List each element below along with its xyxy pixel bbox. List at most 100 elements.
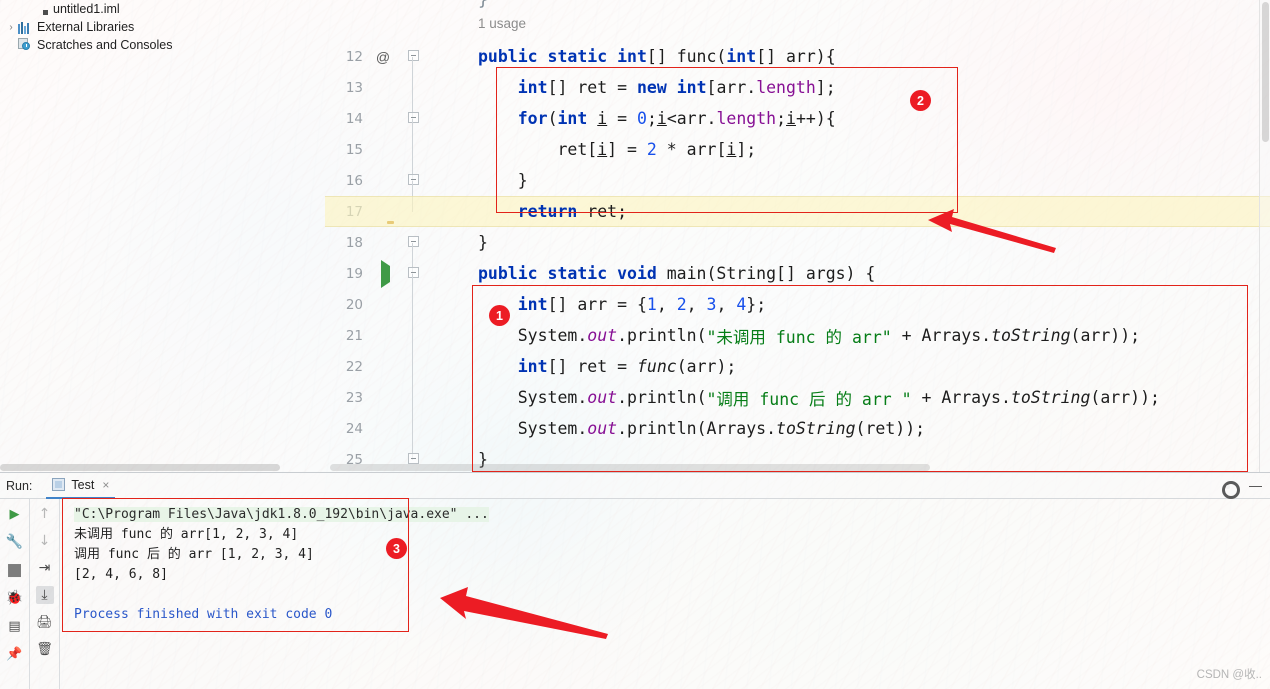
- console-output[interactable]: "C:\Program Files\Java\jdk1.8.0_192\bin\…: [60, 499, 1270, 689]
- gutter-row: 14: [325, 103, 470, 150]
- run-tab-test[interactable]: Test ×: [46, 472, 116, 499]
- watermark: CSDN @收..: [1196, 669, 1262, 681]
- run-tool-window[interactable]: Run: Test × ▶ 🔧 ■ 🐞 ▤ 📌 ↑ ↓ ⇥ ⤓ 🖨 🗑 "C:\…: [0, 472, 1270, 689]
- iml-file-icon: [34, 2, 50, 16]
- gutter-row: 21: [325, 320, 470, 367]
- console-line: 调用 func 后 的 arr [1, 2, 3, 4]: [74, 547, 314, 562]
- line-number: 21: [345, 327, 363, 344]
- chevron-right-icon[interactable]: ›: [4, 22, 18, 33]
- code-text-area[interactable]: } 1 usage public static int[] func(int[]…: [470, 0, 1270, 472]
- run-label: Run:: [6, 478, 33, 493]
- line-number: 15: [345, 141, 363, 158]
- code-line-15[interactable]: ret[i] = 2 * arr[i];: [478, 134, 756, 165]
- line-number: 24: [345, 420, 363, 437]
- line-number: 22: [345, 358, 363, 375]
- run-method-icon[interactable]: [365, 259, 401, 288]
- line-number: 13: [345, 79, 363, 96]
- code-line-14[interactable]: for(int i = 0; i <arr. length; i ++){: [478, 103, 836, 134]
- run-toolbar-primary[interactable]: ▶ 🔧 ■ 🐞 ▤ 📌: [0, 499, 30, 689]
- run-config-icon: [52, 478, 66, 491]
- print-icon[interactable]: 🖨: [36, 613, 54, 631]
- code-line-16[interactable]: }: [478, 165, 528, 196]
- run-tab-label: Test: [71, 477, 95, 492]
- code-line-24[interactable]: System. out .println(Arrays. toString (ret))…: [478, 413, 925, 444]
- console-line: "C:\Program Files\Java\jdk1.8.0_192\bin\…: [74, 505, 1270, 525]
- project-tree-panel: untitled1.iml › External Libraries Scrat…: [0, 0, 325, 55]
- code-line-13[interactable]: int[] ret = new int [arr. length];: [478, 72, 836, 103]
- debug-icon[interactable]: 🐞: [6, 589, 24, 607]
- tree-item-label: Scratches and Consoles: [37, 38, 173, 52]
- annotation-badge-1: 1: [489, 305, 510, 326]
- fold-marker[interactable]: [401, 265, 425, 305]
- line-number: 12: [345, 48, 363, 65]
- layout-icon[interactable]: ▤: [6, 617, 24, 635]
- tree-item-untitled-iml[interactable]: untitled1.iml: [0, 0, 325, 18]
- console-line: 未调用 func 的 arr[1, 2, 3, 4]: [74, 527, 299, 542]
- rerun-icon[interactable]: ▶: [6, 505, 24, 523]
- tree-item-external-libraries[interactable]: › External Libraries: [0, 18, 325, 36]
- line-number: 16: [345, 172, 363, 189]
- fold-marker[interactable]: [401, 234, 425, 274]
- pin-icon[interactable]: 📌: [6, 645, 24, 663]
- gutter-row: 16: [325, 165, 470, 212]
- gear-icon[interactable]: [1221, 480, 1240, 499]
- code-line-12[interactable]: public static int[] func(int[] arr){: [478, 41, 836, 72]
- gutter-row: 13: [325, 72, 470, 119]
- libraries-icon: [18, 20, 34, 34]
- code-line-20[interactable]: int[] arr = {1, 2, 3, 4};: [478, 289, 766, 320]
- soft-wrap-icon[interactable]: ⇥: [36, 559, 54, 577]
- fold-marker[interactable]: [401, 172, 425, 212]
- ide-window: untitled1.iml › External Libraries Scrat…: [0, 0, 1270, 689]
- scrollbar-thumb-right[interactable]: [330, 464, 930, 471]
- gutter-row: 12 @: [325, 41, 470, 88]
- gutter-row: 24: [325, 413, 470, 460]
- annotation-badge-2: 2: [910, 90, 931, 111]
- scroll-to-end-icon[interactable]: ⤓: [35, 586, 54, 604]
- gutter-row: 18: [325, 227, 470, 274]
- code-line-18[interactable]: }: [478, 227, 488, 258]
- gutter-row: 22: [325, 351, 470, 398]
- code-line-23[interactable]: System. out .println("调用 func 后 的 arr " + …: [478, 382, 1160, 413]
- minimize-icon[interactable]: [1249, 485, 1262, 488]
- code-line-19[interactable]: public static void main(String[] args) {: [478, 258, 875, 289]
- console-command-text: "C:\Program Files\Java\jdk1.8.0_192\bin\…: [74, 507, 489, 522]
- run-header-actions: [1221, 473, 1262, 500]
- gutter-row: 20: [325, 289, 470, 336]
- stop-icon[interactable]: ■: [6, 560, 24, 580]
- up-arrow-icon[interactable]: ↑: [36, 505, 54, 523]
- usage-inlay-hint[interactable]: 1 usage: [478, 16, 526, 31]
- scratches-icon: [18, 38, 34, 52]
- tree-item-label: untitled1.iml: [53, 2, 120, 16]
- caret-row-highlight: [325, 196, 1270, 227]
- line-number: 19: [345, 265, 363, 282]
- gutter-row: 15: [325, 134, 470, 181]
- gutter-row: 23: [325, 382, 470, 429]
- trash-icon[interactable]: 🗑: [36, 640, 54, 658]
- fold-marker[interactable]: [401, 110, 425, 150]
- console-line: [2, 4, 6, 8]: [74, 567, 168, 582]
- editor-gutter[interactable]: 12 @ 13 14 15 16 18 19 20 21 22 23 24 25: [325, 0, 470, 472]
- scrollbar-thumb[interactable]: [1262, 2, 1269, 142]
- run-window-header: Run: Test ×: [0, 472, 1270, 499]
- gutter-row: 19: [325, 258, 470, 305]
- fold-marker[interactable]: [401, 48, 425, 88]
- settings-wrench-icon[interactable]: 🔧: [6, 533, 24, 551]
- code-line-21[interactable]: System. out .println("未调用 func 的 arr" + Ar…: [478, 320, 1140, 351]
- scrollbar-thumb-left[interactable]: [0, 464, 280, 471]
- annotation-at-icon[interactable]: @: [365, 49, 401, 65]
- code-line-22[interactable]: int[] ret = func (arr);: [478, 351, 737, 382]
- line-number: 23: [345, 389, 363, 406]
- tree-item-scratches-and-consoles[interactable]: Scratches and Consoles: [0, 36, 325, 54]
- line-number: 20: [345, 296, 363, 313]
- editor-vertical-scrollbar[interactable]: [1259, 0, 1270, 472]
- close-icon[interactable]: ×: [102, 478, 109, 492]
- code-line-17[interactable]: return ret;: [478, 196, 627, 227]
- down-arrow-icon[interactable]: ↓: [36, 532, 54, 550]
- line-number: 14: [345, 110, 363, 127]
- console-exit-line: Process finished with exit code 0: [74, 607, 333, 622]
- code-editor[interactable]: 12 @ 13 14 15 16 18 19 20 21 22 23 24 25…: [325, 0, 1270, 472]
- tree-item-label: External Libraries: [37, 20, 135, 34]
- editor-horizontal-scrollbar[interactable]: [0, 463, 1270, 472]
- run-toolbar-secondary[interactable]: ↑ ↓ ⇥ ⤓ 🖨 🗑: [30, 499, 60, 689]
